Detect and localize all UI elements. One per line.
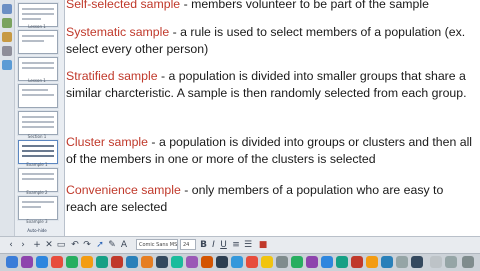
slide-label: Example 1 <box>26 162 48 167</box>
delete-icon[interactable]: ✕ <box>44 239 54 251</box>
definition-term: Self-selected sample <box>66 0 181 11</box>
list-icon[interactable]: ☰ <box>243 239 253 251</box>
folder-icon[interactable] <box>445 256 457 268</box>
addons-icon[interactable] <box>2 60 12 70</box>
app-icon[interactable] <box>111 256 123 268</box>
pen-icon[interactable]: ✎ <box>107 239 117 251</box>
bold-button[interactable]: B <box>199 239 208 251</box>
slide-label: Lesson 1 <box>28 78 46 83</box>
app-icon[interactable] <box>351 256 363 268</box>
app-icon[interactable] <box>201 256 213 268</box>
slide-label: Lesson 1 <box>28 24 46 29</box>
side-tab-strip <box>0 0 15 236</box>
slide-label: Section 1 <box>27 134 47 139</box>
app-icon[interactable] <box>141 256 153 268</box>
bottom-toolbar: ‹ › + ✕ ▭ ↶ ↷ ➚ ✎ A Comic Sans MS 24 B I… <box>0 236 480 254</box>
slide-thumbnail[interactable] <box>18 84 58 108</box>
app-icon[interactable] <box>291 256 303 268</box>
attachments-icon[interactable] <box>2 32 12 42</box>
definition-term: Systematic sample <box>66 25 170 39</box>
finder-icon[interactable] <box>6 256 18 268</box>
app-icon[interactable] <box>381 256 393 268</box>
app-icon[interactable] <box>306 256 318 268</box>
app-icon[interactable] <box>411 256 423 268</box>
slide-label: Example 2 <box>26 190 48 195</box>
app-icon[interactable] <box>246 256 258 268</box>
auto-hide-label[interactable]: Auto-hide <box>16 228 58 233</box>
redo-icon[interactable]: ↷ <box>82 239 92 251</box>
undo-icon[interactable]: ↶ <box>70 239 80 251</box>
app-icon[interactable] <box>276 256 288 268</box>
text-tool-icon[interactable]: A <box>119 239 129 251</box>
add-page-icon[interactable]: + <box>32 239 42 251</box>
notes-icon[interactable] <box>81 256 93 268</box>
app-icon[interactable] <box>156 256 168 268</box>
calendar-icon[interactable] <box>51 256 63 268</box>
os-dock <box>0 253 480 271</box>
slide-thumbnail-current[interactable] <box>18 140 58 164</box>
app-icon[interactable] <box>321 256 333 268</box>
app-icon[interactable] <box>96 256 108 268</box>
downloads-icon[interactable] <box>430 256 442 268</box>
definition-stratified: Stratified sample - a population is divi… <box>66 68 474 101</box>
page-sorter-icon[interactable] <box>2 4 12 14</box>
slide-thumbnail[interactable] <box>18 196 58 220</box>
definition-text: - members volunteer to be part of the sa… <box>180 0 429 11</box>
color-icon[interactable]: ■ <box>258 239 268 251</box>
gallery-icon[interactable] <box>2 18 12 28</box>
app-icon[interactable] <box>396 256 408 268</box>
safari-icon[interactable] <box>36 256 48 268</box>
definition-term: Stratified sample <box>66 69 158 83</box>
back-icon[interactable]: ‹ <box>6 239 16 251</box>
messages-icon[interactable] <box>66 256 78 268</box>
app-icon[interactable] <box>366 256 378 268</box>
app-icon[interactable] <box>171 256 183 268</box>
underline-button[interactable]: U <box>219 239 228 251</box>
select-icon[interactable]: ➚ <box>95 239 105 251</box>
app-icon[interactable] <box>216 256 228 268</box>
definition-cluster: Cluster sample - a population is divided… <box>66 134 474 167</box>
definition-systematic: Systematic sample - a rule is used to se… <box>66 24 474 57</box>
definition-term: Cluster sample <box>66 135 149 149</box>
italic-button[interactable]: I <box>209 239 218 251</box>
definition-self-selected: Self-selected sample - members volunteer… <box>66 0 474 13</box>
trash-icon[interactable] <box>462 256 474 268</box>
app-icon[interactable] <box>336 256 348 268</box>
launchpad-icon[interactable] <box>21 256 33 268</box>
slide-thumbnail[interactable] <box>18 30 58 54</box>
forward-icon[interactable]: › <box>18 239 28 251</box>
definition-term: Convenience sample <box>66 183 181 197</box>
slide-thumbnail[interactable] <box>18 111 58 135</box>
properties-icon[interactable] <box>2 46 12 56</box>
slide-label: Example 3 <box>26 219 48 224</box>
app-icon[interactable] <box>126 256 138 268</box>
slide-thumbnail[interactable] <box>18 168 58 192</box>
slide-canvas[interactable]: Self-selected sample - members volunteer… <box>66 0 480 236</box>
slide-sorter-panel: Lesson 1 Lesson 1 Section 1 Example 1 Ex… <box>0 0 65 236</box>
app-icon[interactable] <box>186 256 198 268</box>
definition-convenience: Convenience sample - only members of a p… <box>66 182 474 215</box>
app-icon[interactable] <box>231 256 243 268</box>
screen-shade-icon[interactable]: ▭ <box>56 239 66 251</box>
font-name-select[interactable]: Comic Sans MS <box>136 239 178 250</box>
align-icon[interactable]: ≡ <box>231 239 241 251</box>
app-icon[interactable] <box>261 256 273 268</box>
font-size-select[interactable]: 24 <box>180 239 196 250</box>
